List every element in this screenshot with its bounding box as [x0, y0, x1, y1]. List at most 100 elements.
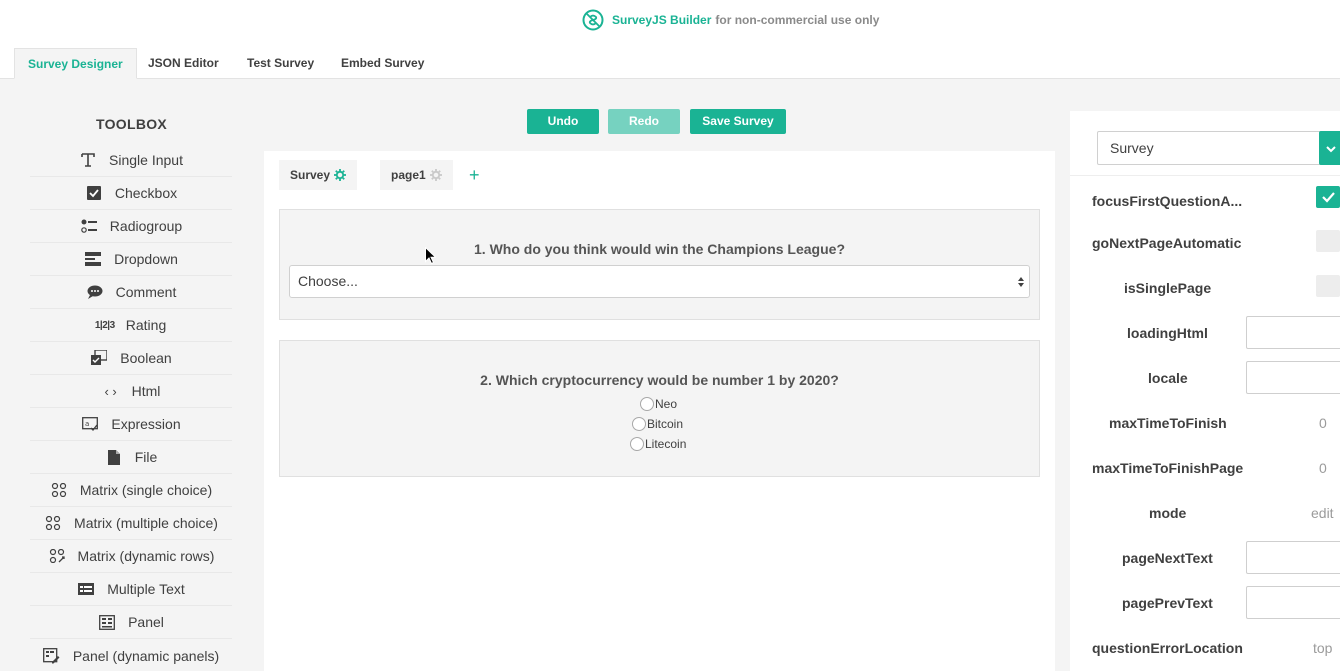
property-name: pagePrevText — [1122, 595, 1213, 611]
property-value[interactable]: top — [1313, 640, 1332, 656]
radio-choice[interactable]: Neo — [640, 397, 677, 411]
question-card-2[interactable]: 2. Which cryptocurrency would be number … — [279, 340, 1040, 477]
property-row: focusFirstQuestionA... — [1070, 175, 1340, 220]
toolbox-item-matrix-dynamic[interactable]: Matrix (dynamic rows) — [30, 540, 232, 573]
toolbox-item-comment[interactable]: Comment — [30, 276, 232, 309]
radio-circle[interactable] — [640, 397, 654, 411]
boolean-icon — [90, 349, 108, 367]
property-value[interactable]: edit — [1311, 505, 1334, 521]
panel-dynamic-icon — [43, 647, 61, 665]
property-checkbox[interactable] — [1316, 186, 1340, 208]
property-value[interactable]: 0 — [1319, 460, 1327, 476]
toolbox-item-checkbox[interactable]: Checkbox — [30, 177, 232, 210]
object-selector-toggle[interactable] — [1319, 131, 1340, 165]
toolbox-item-file[interactable]: File — [30, 441, 232, 474]
property-checkbox[interactable] — [1316, 230, 1340, 252]
toolbox-item-label: Matrix (single choice) — [79, 482, 213, 498]
radio-choice[interactable]: Bitcoin — [632, 417, 683, 431]
add-page-icon[interactable]: + — [469, 165, 480, 186]
radio-circle[interactable] — [630, 437, 644, 451]
property-name: focusFirstQuestionA... — [1092, 193, 1243, 209]
undo-button[interactable]: Undo — [527, 109, 599, 134]
toolbox-item-html[interactable]: ‹ › Html — [30, 375, 232, 408]
toolbox-item-label: Matrix (dynamic rows) — [77, 548, 215, 564]
designer-tabbar: Survey Designer JSON Editor Test Survey … — [0, 42, 1340, 79]
toolbox-item-label: Boolean — [120, 350, 172, 366]
text-input-icon — [79, 151, 97, 169]
property-input[interactable] — [1246, 586, 1340, 619]
property-row: loadingHtml — [1070, 310, 1340, 355]
license-banner: SurveyJS Builder for non-commercial use … — [0, 0, 1340, 42]
property-row: isSinglePage — [1070, 265, 1340, 310]
toolbox-item-multiple-text[interactable]: Multiple Text — [30, 573, 232, 606]
gear-icon[interactable] — [429, 169, 442, 181]
gear-icon[interactable] — [334, 169, 347, 181]
property-input[interactable] — [1246, 541, 1340, 574]
toolbox-item-radiogroup[interactable]: Radiogroup — [30, 210, 232, 243]
property-row: goNextPageAutomatic — [1070, 220, 1340, 265]
property-name: questionErrorLocation — [1092, 640, 1243, 656]
object-selector[interactable]: Survey — [1097, 131, 1322, 165]
radio-label: Neo — [655, 397, 678, 411]
panel-icon — [98, 613, 116, 631]
expression-icon: a — [81, 415, 99, 433]
property-name: maxTimeToFinishPage — [1092, 460, 1244, 476]
toolbox-item-label: Multiple Text — [107, 581, 185, 597]
property-row: mode edit — [1070, 490, 1340, 535]
toolbox-item-panel-dynamic[interactable]: Panel (dynamic panels) — [30, 639, 232, 671]
dropdown-icon — [84, 250, 102, 268]
toolbox-item-label: Panel — [128, 614, 164, 630]
page-tab-survey[interactable]: Survey — [279, 160, 358, 190]
toolbox-item-label: Html — [131, 383, 161, 399]
page-tab-page1[interactable]: page1 — [380, 160, 453, 190]
property-row: pagePrevText — [1070, 580, 1340, 625]
survey-editor-canvas: Survey page1 + 1. Who do you think would… — [264, 151, 1055, 671]
tab-test-survey[interactable]: Test Survey — [234, 48, 327, 79]
tab-embed-survey[interactable]: Embed Survey — [328, 48, 437, 79]
toolbox-item-label: Panel (dynamic panels) — [72, 647, 220, 664]
property-name: maxTimeToFinish — [1109, 415, 1227, 431]
property-name: mode — [1149, 505, 1187, 521]
banner-brand[interactable]: SurveyJS Builder — [612, 13, 711, 27]
toolbox-item-matrix-single[interactable]: Matrix (single choice) — [30, 474, 232, 507]
toolbox-item-rating[interactable]: 1|2|3 Rating — [30, 309, 232, 342]
surveyjs-logo-icon — [582, 9, 604, 31]
property-name: pageNextText — [1122, 550, 1213, 566]
toolbox-item-panel[interactable]: Panel — [30, 606, 232, 639]
toolbox-item-label: Radiogroup — [109, 218, 183, 234]
question-dropdown[interactable]: Choose... — [289, 265, 1030, 298]
comment-icon — [86, 283, 104, 301]
page-tab-label: Survey — [290, 168, 331, 182]
radio-circle[interactable] — [632, 417, 646, 431]
chevron-updown-icon — [1018, 277, 1024, 287]
toolbox-item-boolean[interactable]: Boolean — [30, 342, 232, 375]
property-input[interactable] — [1246, 316, 1340, 349]
redo-button[interactable]: Redo — [608, 109, 680, 134]
property-checkbox[interactable] — [1316, 275, 1340, 297]
property-value[interactable]: 0 — [1319, 415, 1327, 431]
toolbox-item-label: Dropdown — [114, 251, 178, 267]
property-row: maxTimeToFinishPage 0 — [1070, 445, 1340, 490]
toolbox-item-matrix-multiple[interactable]: Matrix (multiple choice) — [30, 507, 232, 540]
radio-choice[interactable]: Litecoin — [630, 437, 686, 451]
matrix-single-icon — [50, 481, 68, 499]
radiogroup-icon — [80, 217, 98, 235]
tab-survey-designer[interactable]: Survey Designer — [14, 48, 137, 79]
save-survey-button[interactable]: Save Survey — [690, 109, 786, 134]
svg-text:a: a — [85, 420, 89, 428]
matrix-dynamic-icon — [48, 547, 66, 565]
question-title: 1. Who do you think would win the Champi… — [474, 241, 845, 257]
toolbox-item-dropdown[interactable]: Dropdown — [30, 243, 232, 276]
toolbox-item-label: File — [134, 449, 158, 465]
toolbox-item-label: Expression — [111, 416, 181, 432]
property-input[interactable] — [1246, 361, 1340, 394]
question-title: 2. Which cryptocurrency would be number … — [480, 372, 839, 388]
toolbox-item-expression[interactable]: a Expression — [30, 408, 232, 441]
toolbox-item-label: Single Input — [109, 152, 183, 168]
question-card-1[interactable]: 1. Who do you think would win the Champi… — [279, 209, 1040, 320]
toolbox-item-label: Rating — [125, 317, 167, 333]
radio-label: Litecoin — [645, 437, 687, 451]
page-tab-label: page1 — [391, 168, 426, 182]
tab-json-editor[interactable]: JSON Editor — [135, 48, 232, 79]
toolbox-item-single-input[interactable]: Single Input — [30, 144, 232, 177]
